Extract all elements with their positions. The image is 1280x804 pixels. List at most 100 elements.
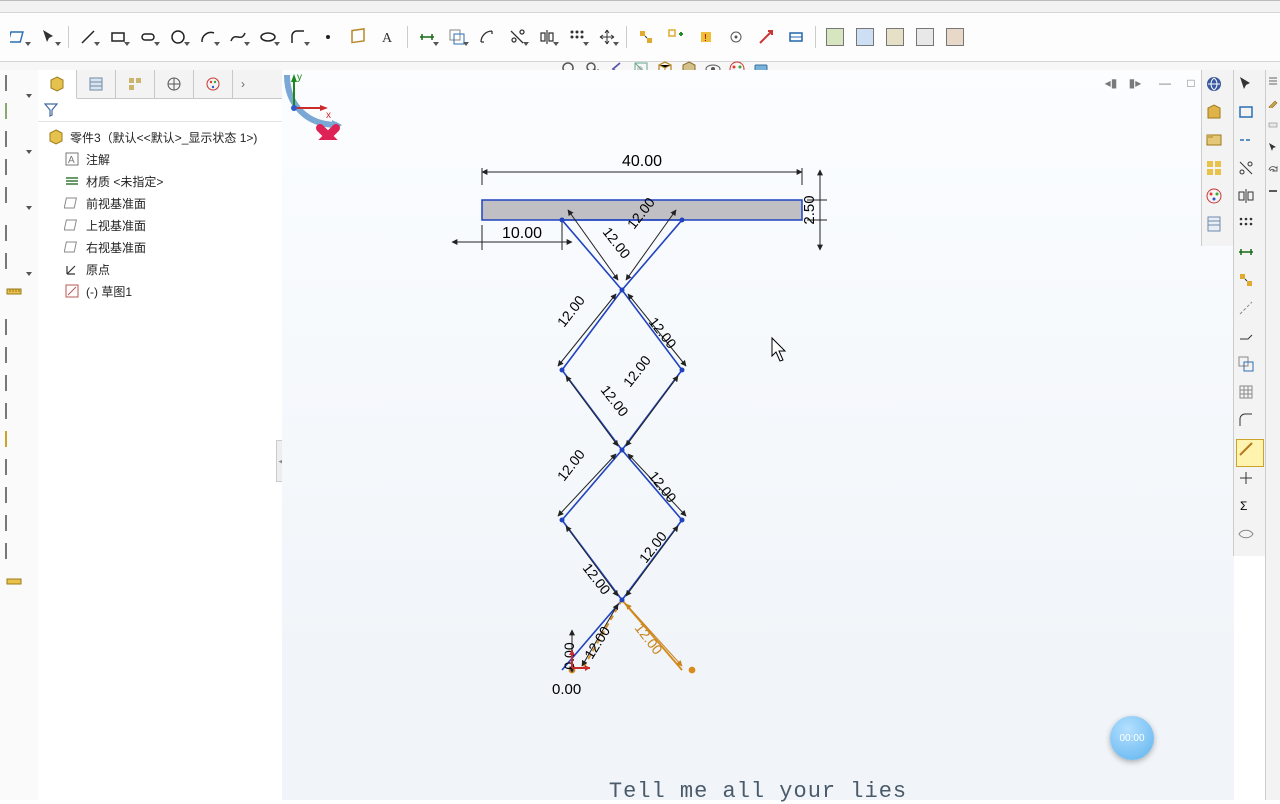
- cursor-mini-icon[interactable]: [1268, 142, 1278, 152]
- repair-sketch-button[interactable]: !: [692, 25, 720, 49]
- features-group-button[interactable]: [5, 76, 33, 100]
- mirror-entities-button[interactable]: [533, 25, 561, 49]
- tree-node-top-plane[interactable]: 上视基准面: [42, 214, 278, 236]
- plane-button[interactable]: [344, 25, 372, 49]
- ref-geometry-button[interactable]: [5, 160, 33, 184]
- check-button[interactable]: [5, 404, 33, 428]
- sketch-plane-button[interactable]: [5, 25, 33, 49]
- configuration-manager-tab[interactable]: [116, 70, 155, 98]
- sensor-button[interactable]: [5, 376, 33, 400]
- graphics-viewport[interactable]: ◂▮ ▮▸ — □ ✕: [282, 70, 1234, 800]
- construction-sidebar-button[interactable]: [1237, 299, 1263, 325]
- measure-button[interactable]: [5, 282, 33, 306]
- quick-snaps-button[interactable]: [722, 25, 750, 49]
- trim-entities-button[interactable]: [503, 25, 531, 49]
- sheet-metal-button[interactable]: [5, 188, 33, 212]
- trim-extend-button[interactable]: [1237, 327, 1263, 353]
- list-icon[interactable]: [1268, 76, 1278, 86]
- file-explorer-tab[interactable]: [1205, 131, 1231, 157]
- sketch-fillet-button[interactable]: [1237, 411, 1263, 437]
- convert-sidebar-button[interactable]: [1237, 355, 1263, 381]
- property-manager-tab[interactable]: [77, 70, 116, 98]
- dim-12-i[interactable]: 12.00: [566, 526, 618, 598]
- offset-sidebar-button[interactable]: [1237, 469, 1263, 495]
- line-button[interactable]: [74, 25, 102, 49]
- dim-12-j[interactable]: 12.00: [626, 526, 678, 596]
- dim-10[interactable]: 10.00: [452, 220, 572, 250]
- instant2d-button[interactable]: [782, 25, 810, 49]
- simulation-button[interactable]: [5, 516, 33, 540]
- tree-filter-row[interactable]: [38, 99, 282, 122]
- display-relations-button[interactable]: [632, 25, 660, 49]
- rectangle-button[interactable]: [104, 25, 132, 49]
- mirror-sidebar-button[interactable]: [1237, 187, 1263, 213]
- tree-node-front-plane[interactable]: 前视基准面: [42, 192, 278, 214]
- circle-button[interactable]: [164, 25, 192, 49]
- flowxpress-button[interactable]: [5, 544, 33, 568]
- ellipse-button[interactable]: [254, 25, 282, 49]
- dim-12-f[interactable]: 12.00: [620, 352, 678, 446]
- import-diag-button[interactable]: [5, 460, 33, 484]
- offset-entities-button[interactable]: [473, 25, 501, 49]
- move-entities-button[interactable]: [593, 25, 621, 49]
- mass-properties-button[interactable]: [5, 320, 33, 344]
- fillet-button[interactable]: [284, 25, 312, 49]
- dim-12-k[interactable]: 12.00: [581, 604, 618, 666]
- dim-12-l[interactable]: 12.00: [626, 604, 682, 666]
- dfm-button[interactable]: [5, 488, 33, 512]
- mold-tools-button[interactable]: [5, 254, 33, 278]
- convert-entities-button[interactable]: [443, 25, 471, 49]
- solidworks-resources-tab[interactable]: [1205, 75, 1231, 101]
- dim-12-e[interactable]: 12.00: [566, 376, 632, 446]
- dim-12-h[interactable]: 12.00: [628, 454, 686, 516]
- view-palette-tab[interactable]: [1205, 159, 1231, 185]
- corner-rect-button[interactable]: [1237, 103, 1263, 129]
- dimension-sidebar-button[interactable]: [1237, 243, 1263, 269]
- rapid-sketch-button[interactable]: [752, 25, 780, 49]
- active-line-tool-button[interactable]: [1236, 439, 1264, 467]
- tree-node-origin[interactable]: 原点: [42, 258, 278, 280]
- extra-tool-4[interactable]: [911, 25, 939, 49]
- deviation-button[interactable]: [5, 432, 33, 456]
- smart-dimension-button[interactable]: [413, 25, 441, 49]
- relation-sidebar-button[interactable]: [1237, 271, 1263, 297]
- dim-40[interactable]: 40.00: [482, 153, 802, 185]
- feature-tree-tab[interactable]: [38, 70, 77, 99]
- select-button[interactable]: [35, 25, 63, 49]
- dim-12-c[interactable]: 12.00: [554, 292, 616, 366]
- pencil-icon[interactable]: [1268, 98, 1278, 108]
- appearances-tab[interactable]: [1205, 187, 1231, 213]
- slot-button[interactable]: [134, 25, 162, 49]
- extra-tool-3[interactable]: [881, 25, 909, 49]
- weldments-button[interactable]: [5, 226, 33, 250]
- panel-tabs-overflow[interactable]: ›: [233, 70, 253, 98]
- equations-button[interactable]: Σ: [1237, 497, 1263, 523]
- dimxpert-tab[interactable]: [155, 70, 194, 98]
- eraser-icon[interactable]: [1268, 120, 1278, 130]
- extra-tool-1[interactable]: [821, 25, 849, 49]
- tree-node-material[interactable]: 材质 <未指定>: [42, 170, 278, 192]
- spline-button[interactable]: [224, 25, 252, 49]
- dim-12-g[interactable]: 12.00: [554, 446, 616, 516]
- line-style-icon[interactable]: [1268, 186, 1278, 196]
- custom-properties-tab[interactable]: [1205, 215, 1231, 241]
- text-button[interactable]: A: [374, 25, 402, 49]
- curves-group-button[interactable]: [5, 132, 33, 156]
- arc-button[interactable]: [194, 25, 222, 49]
- pattern-sidebar-button[interactable]: [1237, 215, 1263, 241]
- tree-node-sketch1[interactable]: (-) 草图1: [42, 280, 278, 302]
- hide-sketch-button[interactable]: [1237, 525, 1263, 551]
- redo-mini-icon[interactable]: [1268, 164, 1278, 174]
- section-properties-button[interactable]: [5, 348, 33, 372]
- dim-2p5[interactable]: 2.50: [801, 170, 827, 250]
- add-relation-button[interactable]: [662, 25, 690, 49]
- surfaces-group-button[interactable]: [5, 104, 33, 128]
- sustainability-button[interactable]: [5, 572, 33, 596]
- display-manager-tab[interactable]: [194, 70, 233, 98]
- dim-12-d[interactable]: 12.00: [628, 294, 686, 366]
- point-button[interactable]: [314, 25, 342, 49]
- tree-root-part[interactable]: 零件3（默认<<默认>_显示状态 1>): [42, 126, 278, 148]
- extra-tool-2[interactable]: [851, 25, 879, 49]
- tree-node-annotations[interactable]: A 注解: [42, 148, 278, 170]
- extra-tool-5[interactable]: [941, 25, 969, 49]
